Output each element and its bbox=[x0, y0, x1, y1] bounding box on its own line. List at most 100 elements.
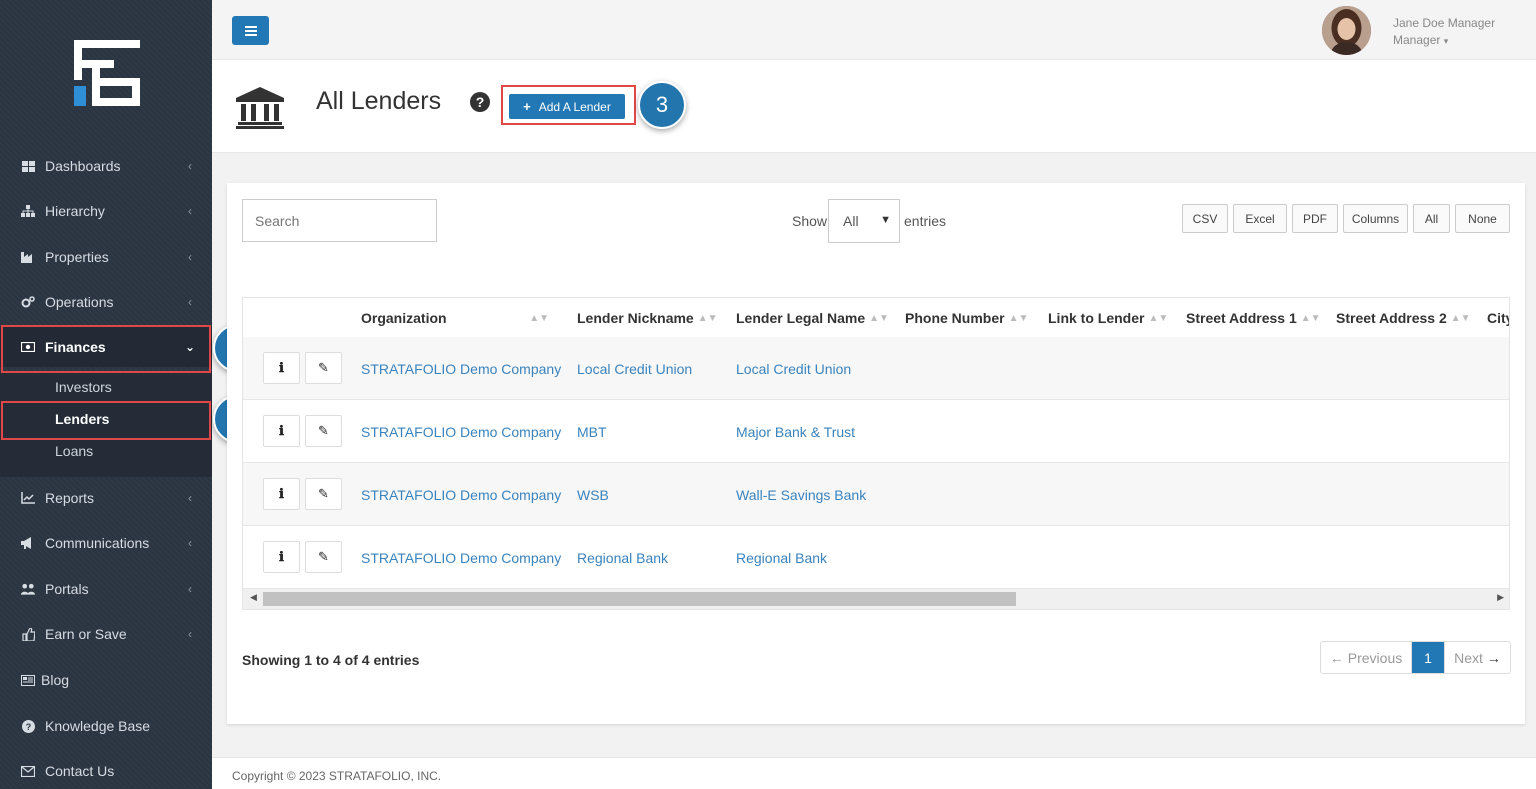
chevron-left-icon: ‹ bbox=[188, 295, 192, 309]
column-header-city[interactable]: City bbox=[1487, 298, 1509, 338]
organization-link[interactable]: STRATAFOLIO Demo Company bbox=[361, 400, 561, 463]
svg-text:?: ? bbox=[25, 722, 31, 732]
lender-nickname-link[interactable]: Regional Bank bbox=[577, 526, 668, 589]
sidebar-item-label: Properties bbox=[45, 249, 109, 265]
next-page-button[interactable]: Next → bbox=[1444, 642, 1510, 673]
thumbs-up-icon bbox=[21, 627, 35, 641]
info-icon: ℹ bbox=[279, 549, 284, 565]
columns-button[interactable]: Columns bbox=[1343, 204, 1408, 233]
scroll-right-icon[interactable]: ▶ bbox=[1497, 592, 1504, 603]
show-label: Show bbox=[792, 213, 828, 229]
column-header-lender-nickname[interactable]: Lender Nickname ▲▼ bbox=[577, 298, 718, 338]
sidebar-item-contact-us[interactable]: Contact Us bbox=[0, 751, 212, 789]
sidebar-item-label: Reports bbox=[45, 490, 95, 506]
chevron-left-icon: ‹ bbox=[188, 159, 192, 173]
page-length-select[interactable]: All ▼ bbox=[828, 199, 900, 243]
organization-link[interactable]: STRATAFOLIO Demo Company bbox=[361, 337, 561, 400]
line-chart-icon bbox=[21, 491, 35, 505]
pdf-button[interactable]: PDF bbox=[1292, 204, 1338, 233]
sidebar-item-operations[interactable]: Operations ‹ bbox=[0, 282, 212, 322]
show-all-columns-button[interactable]: All bbox=[1413, 204, 1450, 233]
lenders-panel: Show All ▼ entries CSV Excel PDF Columns… bbox=[227, 183, 1525, 724]
lender-legal-name-link[interactable]: Local Credit Union bbox=[736, 337, 851, 400]
page-title: All Lenders bbox=[316, 87, 442, 115]
table-row: ℹ ✎ STRATAFOLIO Demo Company MBT Major B… bbox=[243, 400, 1509, 463]
lender-nickname-link[interactable]: MBT bbox=[577, 400, 607, 463]
pencil-icon: ✎ bbox=[318, 423, 329, 438]
sidebar-item-properties[interactable]: Properties ‹ bbox=[0, 237, 212, 277]
search-input[interactable] bbox=[242, 199, 437, 242]
column-header-organization[interactable]: Organization ▲▼ bbox=[361, 298, 549, 338]
edit-button[interactable]: ✎ bbox=[305, 478, 342, 510]
sidebar-item-reports[interactable]: Reports ‹ bbox=[0, 478, 212, 518]
industry-icon bbox=[21, 250, 35, 264]
column-header-phone-number[interactable]: Phone Number ▲▼ bbox=[905, 298, 1028, 338]
info-button[interactable]: ℹ bbox=[263, 541, 300, 573]
copyright-text: Copyright © 2023 STRATAFOLIO, INC. bbox=[232, 769, 442, 783]
previous-page-button[interactable]: ← Previous bbox=[1321, 642, 1412, 673]
info-button[interactable]: ℹ bbox=[263, 478, 300, 510]
footer: Copyright © 2023 STRATAFOLIO, INC. bbox=[212, 757, 1536, 789]
lender-nickname-link[interactable]: Local Credit Union bbox=[577, 337, 692, 400]
sidebar-item-blog[interactable]: Blog bbox=[0, 660, 212, 700]
menu-toggle-button[interactable] bbox=[232, 16, 269, 45]
sort-icon: ▲▼ bbox=[697, 312, 718, 324]
scrollbar-thumb[interactable] bbox=[263, 592, 1016, 606]
csv-button[interactable]: CSV bbox=[1182, 204, 1228, 233]
pagination: ← Previous 1 Next → bbox=[1320, 641, 1511, 674]
column-header-link-to-lender[interactable]: Link to Lender ▲▼ bbox=[1048, 298, 1168, 338]
info-icon: ℹ bbox=[279, 360, 284, 376]
highlight-add-lender bbox=[501, 85, 636, 125]
stratafolio-logo[interactable] bbox=[74, 40, 140, 106]
submenu-item-investors[interactable]: Investors bbox=[0, 371, 212, 403]
sidebar-item-communications[interactable]: Communications ‹ bbox=[0, 523, 212, 563]
sidebar-item-label: Hierarchy bbox=[45, 203, 105, 219]
info-icon: ℹ bbox=[279, 486, 284, 502]
table-header: Organization ▲▼ Lender Nickname ▲▼ Lender … bbox=[243, 298, 1509, 338]
column-header-street-address-2[interactable]: Street Address 2 ▲▼ bbox=[1336, 298, 1471, 338]
bullhorn-icon bbox=[21, 536, 35, 550]
sidebar-item-portals[interactable]: Portals ‹ bbox=[0, 569, 212, 609]
sort-icon: ▲▼ bbox=[869, 312, 889, 324]
sort-icon: ▲▼ bbox=[1300, 312, 1321, 324]
scroll-left-icon[interactable]: ◀ bbox=[250, 592, 257, 603]
info-button[interactable]: ℹ bbox=[263, 415, 300, 447]
lender-legal-name-link[interactable]: Wall-E Savings Bank bbox=[736, 463, 866, 526]
edit-button[interactable]: ✎ bbox=[305, 541, 342, 573]
lender-nickname-link[interactable]: WSB bbox=[577, 463, 609, 526]
hamburger-icon bbox=[244, 25, 257, 36]
sidebar-item-label: Earn or Save bbox=[45, 626, 127, 642]
sidebar-item-label: Blog bbox=[41, 672, 70, 688]
column-header-street-address-1[interactable]: Street Address 1 ▲▼ bbox=[1186, 298, 1321, 338]
sidebar-item-label: Portals bbox=[45, 581, 89, 597]
sidebar-item-knowledge-base[interactable]: ? Knowledge Base bbox=[0, 706, 212, 746]
table-row: ℹ ✎ STRATAFOLIO Demo Company WSB Wall-E … bbox=[243, 463, 1509, 526]
horizontal-scrollbar[interactable]: ◀ ▶ bbox=[243, 589, 1509, 609]
organization-link[interactable]: STRATAFOLIO Demo Company bbox=[361, 463, 561, 526]
user-avatar[interactable] bbox=[1322, 6, 1371, 55]
user-role-dropdown[interactable]: Manager ▾ bbox=[1393, 33, 1448, 47]
entries-label: entries bbox=[904, 213, 947, 229]
column-header-lender-legal-name[interactable]: Lender Legal Name ▲▼ bbox=[736, 298, 889, 338]
sidebar-item-dashboards[interactable]: Dashboards ‹ bbox=[0, 146, 212, 186]
top-bar: Jane Doe Manager Manager ▾ bbox=[212, 0, 1536, 60]
sidebar-item-earn-or-save[interactable]: Earn or Save ‹ bbox=[0, 614, 212, 654]
help-icon[interactable]: ? bbox=[470, 92, 490, 112]
step-badge-3: 3 bbox=[638, 81, 686, 129]
user-name[interactable]: Jane Doe Manager bbox=[1393, 16, 1495, 30]
excel-button[interactable]: Excel bbox=[1233, 204, 1287, 233]
hide-all-columns-button[interactable]: None bbox=[1455, 204, 1510, 233]
lender-legal-name-link[interactable]: Major Bank & Trust bbox=[736, 400, 855, 463]
lender-legal-name-link[interactable]: Regional Bank bbox=[736, 526, 827, 589]
sidebar-item-label: Communications bbox=[45, 535, 150, 551]
chevron-left-icon: ‹ bbox=[188, 491, 192, 505]
chevron-left-icon: ‹ bbox=[188, 536, 192, 550]
user-role: Manager bbox=[1393, 33, 1441, 47]
page-1-button[interactable]: 1 bbox=[1412, 642, 1444, 673]
organization-link[interactable]: STRATAFOLIO Demo Company bbox=[361, 526, 561, 589]
dashboard-icon bbox=[21, 159, 35, 173]
sidebar-item-hierarchy[interactable]: Hierarchy ‹ bbox=[0, 191, 212, 231]
edit-button[interactable]: ✎ bbox=[305, 415, 342, 447]
info-button[interactable]: ℹ bbox=[263, 352, 300, 384]
edit-button[interactable]: ✎ bbox=[305, 352, 342, 384]
